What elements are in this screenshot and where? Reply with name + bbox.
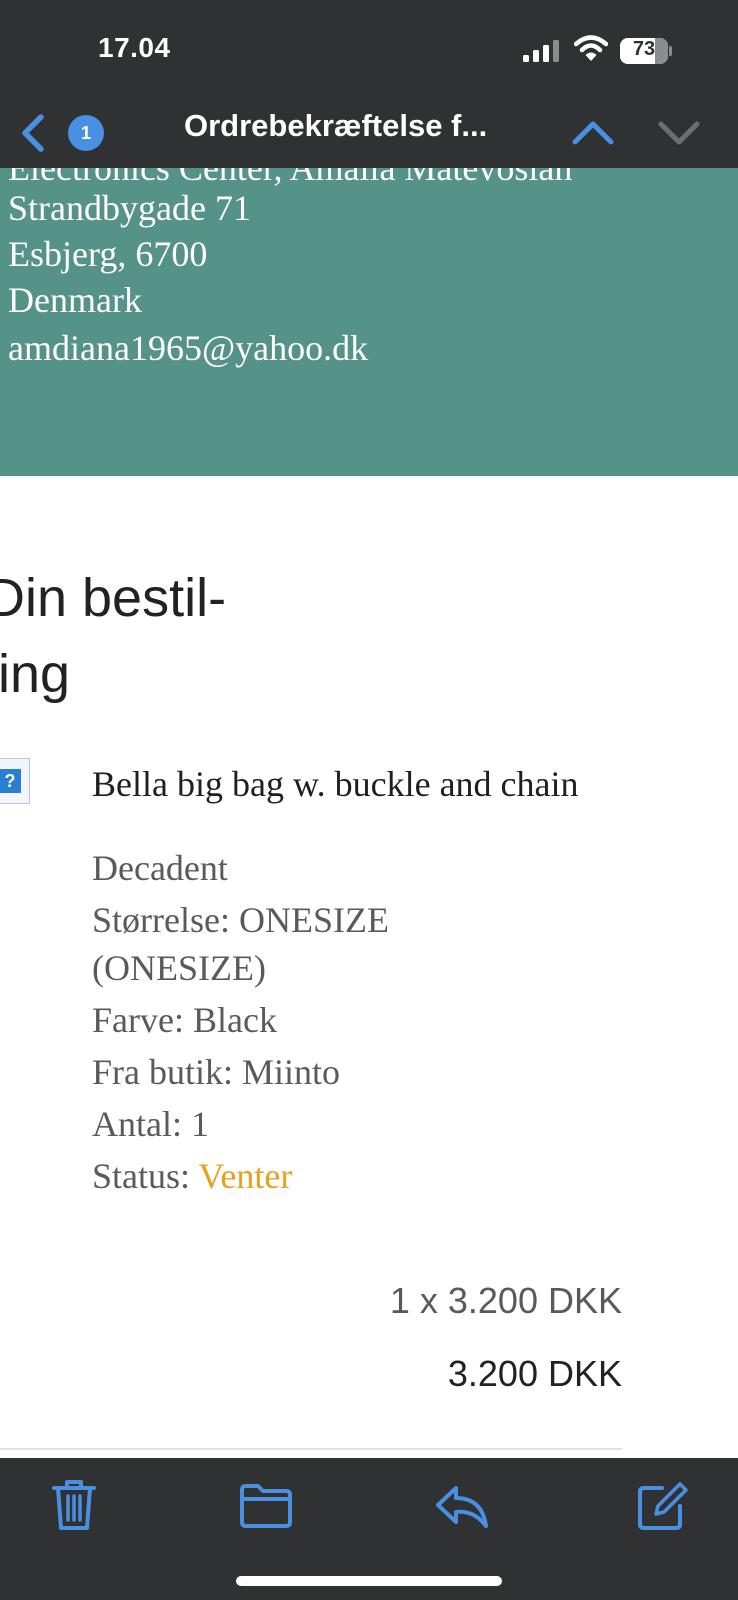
product-shop: Fra butik: Miinto (92, 1052, 341, 1092)
status-value: Venter (198, 1156, 293, 1196)
wifi-icon (574, 35, 608, 61)
unread-count-badge: 1 (68, 115, 104, 151)
shipping-address-block: Electronics Center, Amalia Matevosian St… (0, 168, 738, 476)
address-city: Esbjerg, 6700 (8, 234, 208, 274)
folder-icon[interactable] (238, 1476, 294, 1534)
chevron-down-icon[interactable] (656, 112, 702, 152)
product-name[interactable]: Bella big bag w. buckle and chain (92, 760, 632, 808)
order-heading-line2: ling (0, 644, 71, 704)
product-brand: Decadent (92, 848, 228, 888)
battery-icon: 73 (620, 38, 672, 64)
status-time: 17.04 (98, 32, 171, 63)
product-size-detail: (ONESIZE) (92, 948, 266, 988)
cellular-signal-icon (523, 40, 559, 62)
back-button[interactable]: 1 (16, 108, 110, 158)
order-heading: Din bestil- ling (0, 560, 286, 712)
unit-price: 1 x 3.200 DKK (389, 1280, 622, 1321)
order-heading-line1: Din bestil- (0, 568, 227, 628)
product-color: Farve: Black (92, 1000, 277, 1040)
missing-image-icon: ? (0, 758, 30, 804)
address-country: Denmark (8, 280, 142, 320)
chevron-up-icon[interactable] (570, 112, 616, 152)
bottom-toolbar (0, 1458, 738, 1600)
home-indicator[interactable] (236, 1576, 502, 1586)
back-chevron-icon (22, 114, 44, 152)
address-email[interactable]: amdiana1965@yahoo.dk (8, 326, 368, 370)
line-total-price: 3.200 DKK (447, 1353, 622, 1394)
reply-icon[interactable] (434, 1476, 490, 1534)
divider (0, 1448, 622, 1450)
status-bar: 17.04 73 (0, 0, 738, 98)
product-size: Størrelse: ONESIZE (92, 900, 389, 940)
message-subject-title: Ordrebekræftelse f... (184, 108, 488, 143)
status-label: Status: (92, 1156, 199, 1196)
product-quantity: Antal: 1 (92, 1104, 209, 1144)
compose-icon[interactable] (634, 1476, 690, 1534)
trash-icon[interactable] (46, 1476, 102, 1534)
mail-nav-bar: 1 Ordrebekræftelse f... (0, 98, 738, 168)
battery-level: 73 (632, 38, 656, 60)
address-street: Strandbygade 71 (8, 188, 251, 228)
product-status: Status: Venter (92, 1152, 292, 1200)
